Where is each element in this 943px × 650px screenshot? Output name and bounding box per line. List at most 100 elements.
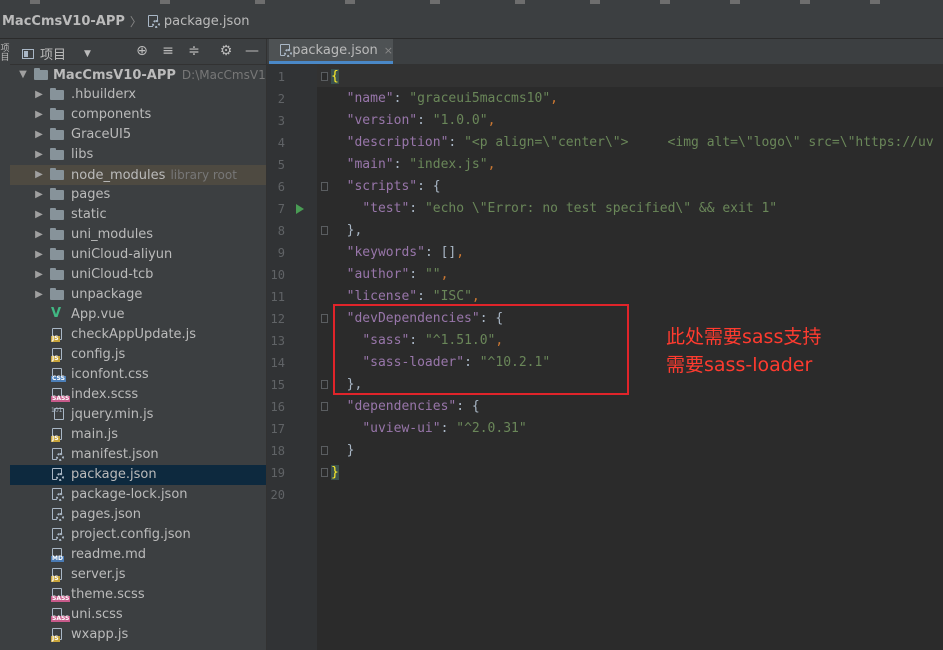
- code-token: "keywords": [346, 245, 425, 260]
- fold-marker-icon[interactable]: [321, 468, 328, 477]
- tree-folder-item[interactable]: ▶ static: [10, 205, 266, 225]
- toolbar-icon[interactable]: [590, 0, 600, 4]
- toolbar-icon[interactable]: [30, 0, 40, 4]
- tree-item-label: MacCmsV10-APPD:\MacCmsV10-A: [53, 65, 266, 86]
- tree-folder-item[interactable]: ▶ pages: [10, 185, 266, 205]
- tree-file-item[interactable]: 101 jquery.min.js: [10, 405, 266, 425]
- tree-file-item[interactable]: pages.json: [10, 505, 266, 525]
- chevron-right-icon[interactable]: ▶: [34, 185, 44, 205]
- expand-all-icon[interactable]: ≡: [160, 43, 176, 59]
- tree-file-item[interactable]: JS config.js: [10, 345, 266, 365]
- code-token: "description": [346, 135, 449, 150]
- tree-folder-item[interactable]: ▶ GraceUI5: [10, 125, 266, 145]
- run-script-icon[interactable]: [296, 204, 304, 214]
- code-line: "version": "1.0.0",: [331, 110, 496, 132]
- tree-folder-item[interactable]: ▶ libs: [10, 145, 266, 165]
- code-token: ,: [456, 245, 465, 260]
- tree-folder-item[interactable]: ▶ uniCloud-tcb: [10, 265, 266, 285]
- tree-file-item[interactable]: SASS index.scss: [10, 385, 266, 405]
- tree-item-label: theme.scss: [71, 587, 145, 602]
- toolbar-icon[interactable]: [870, 0, 880, 4]
- code-token: },: [331, 223, 363, 238]
- chevron-right-icon[interactable]: ▶: [34, 85, 44, 105]
- fold-marker-icon[interactable]: [321, 402, 328, 411]
- tree-item-label: config.js: [71, 347, 126, 362]
- tree-file-item[interactable]: project.config.json: [10, 525, 266, 545]
- chevron-down-icon[interactable]: ▼: [84, 49, 91, 59]
- fold-marker-icon[interactable]: [321, 72, 328, 81]
- tree-folder-item[interactable]: ▶ uniCloud-aliyun: [10, 245, 266, 265]
- tree-file-item[interactable]: MD readme.md: [10, 545, 266, 565]
- fold-marker-icon[interactable]: [321, 446, 328, 455]
- breadcrumb-project[interactable]: MacCmsV10-APP: [2, 14, 125, 29]
- chevron-right-icon[interactable]: ▶: [34, 225, 44, 245]
- tree-file-item[interactable]: package-lock.json: [10, 485, 266, 505]
- tree-file-item[interactable]: V App.vue: [10, 305, 266, 325]
- toolbar-icon[interactable]: [160, 0, 170, 4]
- tree-file-item[interactable]: SASS uni.scss: [10, 605, 266, 625]
- tree-file-item[interactable]: JS main.js: [10, 425, 266, 445]
- tree-folder-item[interactable]: ▶ uni_modules: [10, 225, 266, 245]
- code-token: :: [417, 289, 433, 304]
- fold-marker-icon[interactable]: [321, 226, 328, 235]
- tree-item-label: pages: [71, 187, 111, 202]
- code-line: {: [331, 66, 339, 88]
- code-token: "name": [346, 91, 394, 106]
- project-view-selector[interactable]: 项目 ▼: [22, 44, 91, 63]
- chevron-right-icon[interactable]: ▶: [34, 285, 44, 305]
- toolbar-icon[interactable]: [660, 0, 670, 4]
- project-tool-window-button[interactable]: 项目: [0, 45, 10, 63]
- tree-item-label: wxapp.js: [71, 627, 129, 642]
- close-icon[interactable]: ×: [384, 44, 393, 57]
- chevron-right-icon[interactable]: ▶: [34, 125, 44, 145]
- chevron-right-icon[interactable]: ▶: [34, 165, 44, 185]
- tree-item-label: uniCloud-aliyun: [71, 247, 173, 262]
- chevron-right-icon[interactable]: ▶: [34, 145, 44, 165]
- code-line: "keywords": [],: [331, 242, 464, 264]
- tree-folder-item[interactable]: ▶ node_modules library root: [10, 165, 266, 185]
- tree-folder-item[interactable]: ▶ .hbuilderx: [10, 85, 266, 105]
- toolbar-icon[interactable]: [800, 0, 810, 4]
- code-token: "dependencies": [346, 399, 457, 414]
- tree-item-label: jquery.min.js: [71, 407, 154, 422]
- tree-file-item[interactable]: manifest.json: [10, 445, 266, 465]
- toolbar-icon[interactable]: [515, 0, 525, 4]
- chevron-right-icon[interactable]: ▶: [34, 265, 44, 285]
- tab-package-json[interactable]: package.json ×: [269, 39, 393, 64]
- line-number: 19: [270, 466, 285, 480]
- tree-folder-item[interactable]: ▶ unpackage: [10, 285, 266, 305]
- tree-file-item[interactable]: package.json: [10, 465, 266, 485]
- breadcrumb-file[interactable]: package.json: [164, 14, 250, 29]
- tree-root-project[interactable]: ▼ MacCmsV10-APPD:\MacCmsV10-A: [10, 65, 266, 85]
- tree-file-item[interactable]: JS checkAppUpdate.js: [10, 325, 266, 345]
- toolbar-icon[interactable]: [730, 0, 740, 4]
- tree-item-label: package.json: [71, 467, 157, 482]
- locate-file-icon[interactable]: ⊕: [134, 43, 150, 59]
- tree-folder-item[interactable]: ▶ components: [10, 105, 266, 125]
- toolbar-icon[interactable]: [430, 0, 440, 4]
- chevron-down-icon[interactable]: ▼: [18, 65, 28, 85]
- chevron-right-icon[interactable]: ▶: [34, 105, 44, 125]
- toolbar-icon[interactable]: [255, 0, 265, 4]
- fold-marker-icon[interactable]: [321, 380, 328, 389]
- collapse-all-icon[interactable]: ≑: [186, 43, 202, 59]
- code-token: :: [448, 135, 465, 150]
- json-file-icon: [51, 528, 64, 542]
- tree-file-item[interactable]: CSS iconfont.css: [10, 365, 266, 385]
- tree-file-item[interactable]: JS wxapp.js: [10, 625, 266, 645]
- gear-icon[interactable]: ⚙: [218, 43, 234, 59]
- tree-file-item[interactable]: JS server.js: [10, 565, 266, 585]
- line-number: 17: [270, 422, 285, 436]
- fold-marker-icon[interactable]: [321, 314, 328, 323]
- code-token: ,: [550, 91, 558, 106]
- chevron-right-icon[interactable]: ▶: [34, 245, 44, 265]
- minimize-icon[interactable]: —: [244, 43, 260, 59]
- breadcrumb-separator-icon: 〉: [129, 15, 142, 29]
- toolbar-icon[interactable]: [345, 0, 355, 4]
- fold-marker-icon[interactable]: [321, 182, 328, 191]
- line-number: 4: [277, 136, 285, 150]
- tree-file-item[interactable]: SASS theme.scss: [10, 585, 266, 605]
- chevron-right-icon[interactable]: ▶: [34, 205, 44, 225]
- annotation-highlight-box: [333, 304, 629, 395]
